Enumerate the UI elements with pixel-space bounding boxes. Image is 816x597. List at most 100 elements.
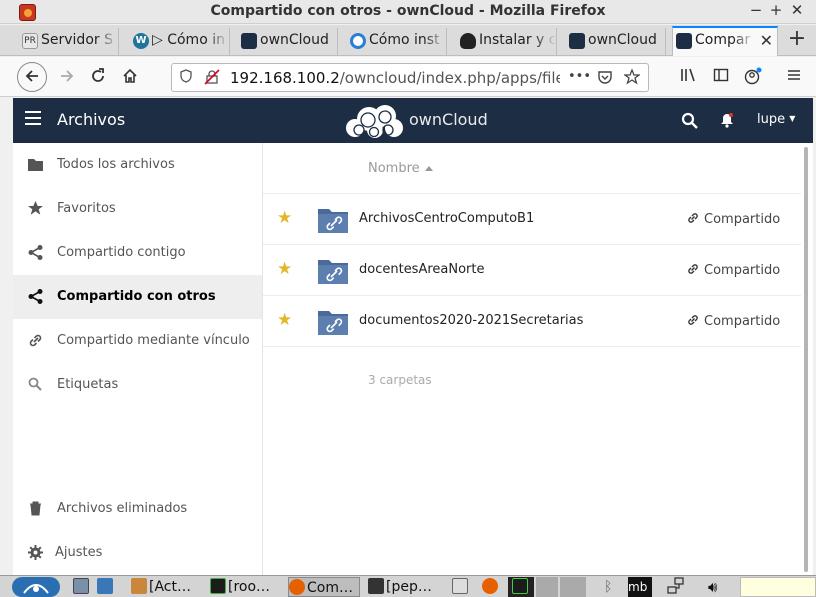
start-menu-button[interactable] — [12, 577, 60, 597]
network-meter[interactable]: mb — [628, 577, 652, 597]
library-icon[interactable] — [679, 67, 699, 87]
sidebar-item-label: Etiquetas — [57, 377, 119, 392]
sidebar-item-deleted-files[interactable]: Archivos eliminados — [13, 487, 262, 531]
tab-servidor[interactable]: PR Servidor S — [19, 28, 119, 55]
scrollbar-thumb[interactable] — [804, 147, 808, 572]
tab-strip: PR Servidor S W ▷ Cómo in ownCloud Cómo … — [0, 25, 816, 56]
hamburger-menu-icon[interactable] — [784, 67, 804, 87]
firefox-window: Compartido con otros - ownCloud - Mozill… — [0, 0, 816, 597]
url-text[interactable]: 192.168.100.2/owncloud/index.php/apps/fi… — [230, 69, 560, 87]
navigation-bar: 192.168.100.2/owncloud/index.php/apps/fi… — [0, 57, 816, 97]
package-icon — [131, 578, 147, 594]
file-summary: 3 carpetas — [368, 373, 432, 387]
minimize-button[interactable]: − — [748, 1, 764, 19]
table-row[interactable]: ★ docentesAreaNorte Compartido — [263, 245, 801, 296]
file-name[interactable]: docentesAreaNorte — [359, 262, 485, 277]
close-window-button[interactable]: ✕ — [789, 1, 805, 19]
tab-instalar[interactable]: Instalar y c — [457, 28, 557, 55]
sort-ascending-icon[interactable] — [425, 166, 433, 171]
reload-button[interactable] — [83, 62, 113, 92]
bookmark-star-icon[interactable] — [623, 68, 641, 85]
sidebar-settings[interactable]: Ajustes — [13, 531, 262, 575]
insecure-lock-icon[interactable] — [204, 69, 220, 85]
favorite-star-icon[interactable]: ★ — [277, 311, 292, 329]
file-list-header: Nombre — [263, 143, 801, 194]
trash-icon — [30, 501, 41, 516]
favorite-star-icon[interactable]: ★ — [277, 260, 292, 278]
owncloud-icon — [241, 33, 257, 49]
app-title[interactable]: Archivos — [57, 110, 125, 129]
pr-icon: PR — [22, 33, 38, 49]
page-actions-button[interactable]: ••• — [568, 69, 591, 85]
forward-button[interactable] — [52, 62, 82, 92]
sidebar-item-tags[interactable]: Etiquetas — [13, 363, 262, 407]
owncloud-header: Archivos ownCloud lupe ▼ — [13, 98, 813, 143]
bluetooth-icon[interactable]: ᛒ — [604, 577, 618, 597]
folder-icon — [368, 578, 384, 594]
share-status[interactable]: Compartido — [686, 211, 780, 227]
maximize-button[interactable]: + — [768, 1, 784, 19]
taskbar: [Act… [roo… Com… [pep… ᛒ mb 🔊︎ — [0, 575, 816, 597]
tab-compartido[interactable]: Compar ✕ — [672, 26, 778, 56]
clock-area[interactable] — [740, 577, 816, 597]
terminal-launcher-icon[interactable] — [508, 577, 534, 597]
tag-search-icon — [28, 377, 42, 391]
user-menu[interactable]: lupe ▼ — [757, 112, 795, 127]
tab-owncloud-2[interactable]: ownCloud — [566, 28, 666, 55]
shared-folder-icon — [318, 260, 348, 284]
tab-owncloud-1[interactable]: ownCloud — [238, 28, 338, 55]
taskbar-item-firefox[interactable]: Com… — [288, 577, 360, 597]
file-name[interactable]: ArchivosCentroComputoB1 — [359, 211, 534, 226]
tab-como-inst[interactable]: Cómo inst — [347, 28, 447, 55]
taskbar-item-root[interactable]: [roo… — [210, 577, 280, 597]
search-icon[interactable] — [681, 112, 699, 130]
scrollbar[interactable] — [801, 143, 813, 575]
home-button[interactable] — [115, 62, 145, 92]
sidebar-item-shared-with-others[interactable]: Compartido con otros — [13, 275, 262, 319]
table-row[interactable]: ★ documentos2020-2021Secretarias Compart… — [263, 296, 801, 347]
sidebar-item-label: Favoritos — [57, 201, 116, 216]
taskbar-item-folder[interactable]: [pep… — [368, 577, 440, 597]
window-icon[interactable] — [452, 577, 474, 597]
url-bar[interactable]: 192.168.100.2/owncloud/index.php/apps/fi… — [171, 63, 649, 92]
file-name[interactable]: documentos2020-2021Secretarias — [359, 313, 583, 328]
share-icon — [28, 289, 43, 304]
tab-como-in[interactable]: W ▷ Cómo in — [130, 28, 230, 55]
notifications-bell-icon[interactable] — [719, 112, 735, 128]
sidebar-item-label: Todos los archivos — [57, 157, 175, 172]
pocket-icon[interactable] — [597, 69, 613, 85]
sidebar-toggle-icon[interactable] — [711, 67, 731, 87]
network-icon[interactable] — [666, 577, 690, 597]
info-shield-icon[interactable] — [178, 69, 194, 85]
new-tab-button[interactable]: + — [786, 28, 808, 50]
sidebar-item-shared-by-link[interactable]: Compartido mediante vínculo — [13, 319, 262, 363]
reload-icon — [92, 68, 104, 82]
share-status[interactable]: Compartido — [686, 262, 780, 278]
back-button[interactable] — [17, 62, 47, 92]
start-logo-icon — [23, 584, 49, 594]
sidebar-item-label: Ajustes — [55, 545, 103, 560]
volume-icon[interactable]: 🔊︎ — [708, 577, 732, 597]
table-row[interactable]: ★ ArchivosCentroComputoB1 Compartido — [263, 194, 801, 245]
taskbar-item-act[interactable]: [Act… — [131, 577, 201, 597]
show-desktop-icon[interactable] — [73, 577, 93, 597]
sidebar-item-favorites[interactable]: Favoritos — [13, 187, 262, 231]
workspace-1[interactable] — [536, 577, 558, 597]
firefox-launcher-icon[interactable] — [482, 577, 504, 597]
gear-icon — [28, 545, 43, 560]
close-tab-icon[interactable]: ✕ — [760, 28, 773, 53]
workspace-2[interactable] — [560, 577, 586, 597]
sidebar-item-all-files[interactable]: Todos los archivos — [13, 143, 262, 187]
account-icon[interactable] — [743, 67, 763, 87]
tab-label: ownCloud — [588, 32, 657, 48]
app-menu-icon[interactable] — [25, 111, 41, 127]
favorite-star-icon[interactable]: ★ — [277, 209, 292, 227]
terminal-icon — [210, 578, 226, 594]
sidebar-item-shared-with-you[interactable]: Compartido contigo — [13, 231, 262, 275]
title-bar: Compartido con otros - ownCloud - Mozill… — [0, 0, 816, 24]
system-monitor-icon[interactable] — [97, 577, 119, 597]
sort-by-name-header[interactable]: Nombre — [368, 161, 420, 176]
share-status[interactable]: Compartido — [686, 313, 780, 329]
owncloud-icon — [676, 33, 692, 49]
star-icon — [28, 201, 43, 215]
